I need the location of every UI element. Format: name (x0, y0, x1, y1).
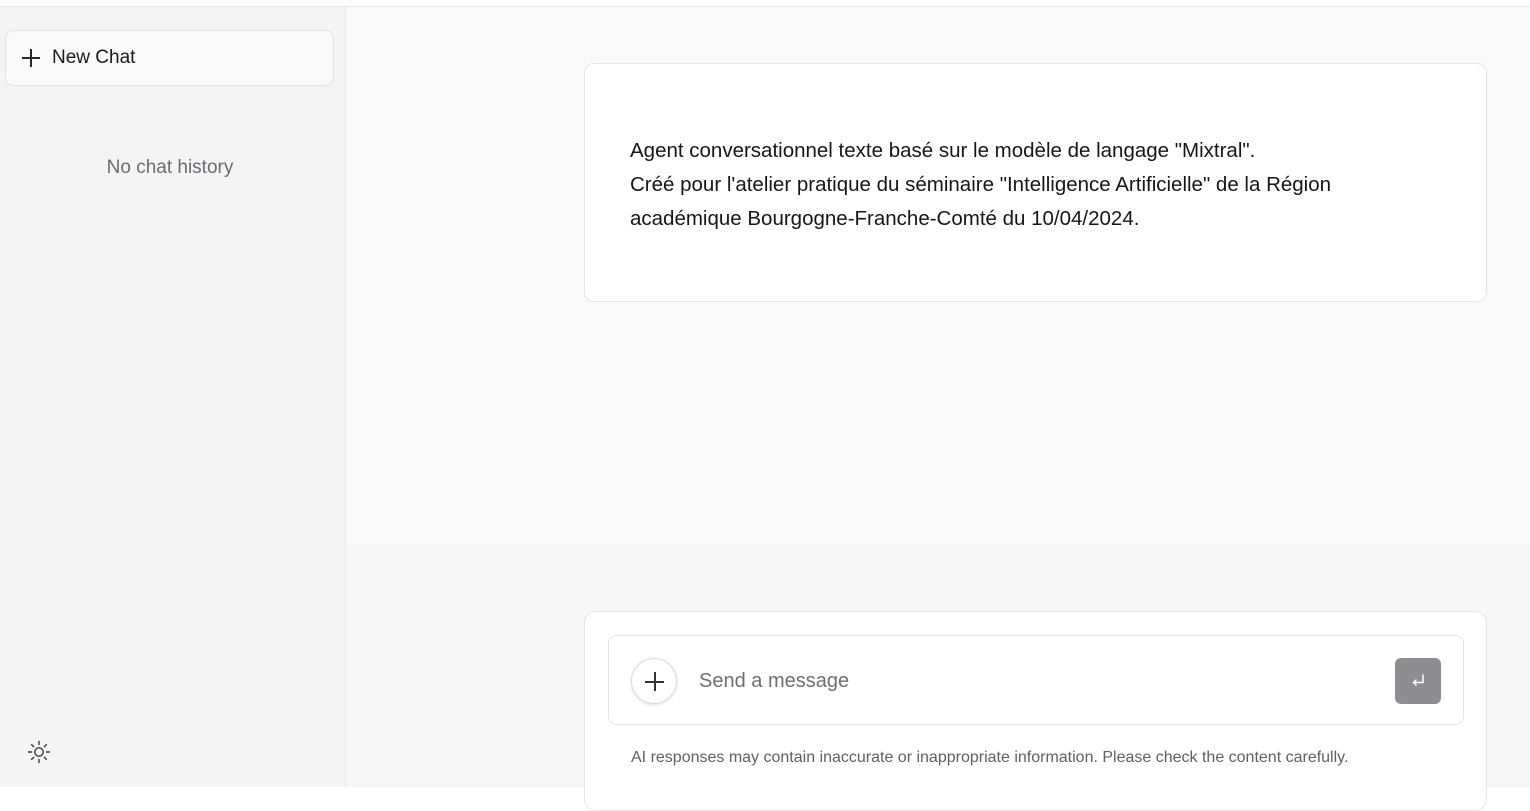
intro-card: Agent conversationnel texte basé sur le … (584, 63, 1487, 302)
ai-disclaimer: AI responses may contain inaccurate or i… (631, 749, 1349, 766)
send-button[interactable] (1395, 658, 1441, 704)
message-input-box (608, 635, 1464, 725)
message-input[interactable] (699, 666, 1379, 696)
new-chat-button[interactable]: New Chat (5, 30, 334, 86)
message-composer: AI responses may contain inaccurate or i… (584, 611, 1487, 811)
enter-icon (1412, 674, 1424, 686)
sidebar: New Chat No chat history (0, 7, 346, 787)
theme-toggle-button[interactable] (26, 739, 52, 765)
app-window: New Chat No chat history Agent conversat… (0, 6, 1530, 811)
attach-button[interactable] (631, 658, 677, 704)
plus-icon (22, 49, 40, 67)
intro-line-3: académique Bourgogne-Franche-Comté du 10… (630, 207, 1140, 230)
new-chat-label: New Chat (52, 47, 136, 68)
sun-icon (27, 740, 51, 764)
intro-line-1: Agent conversationnel texte basé sur le … (630, 139, 1256, 162)
chat-main: Agent conversationnel texte basé sur le … (346, 7, 1530, 811)
intro-line-2: Créé pour l'atelier pratique du séminair… (630, 173, 1332, 196)
empty-history-text: No chat history (106, 157, 234, 178)
